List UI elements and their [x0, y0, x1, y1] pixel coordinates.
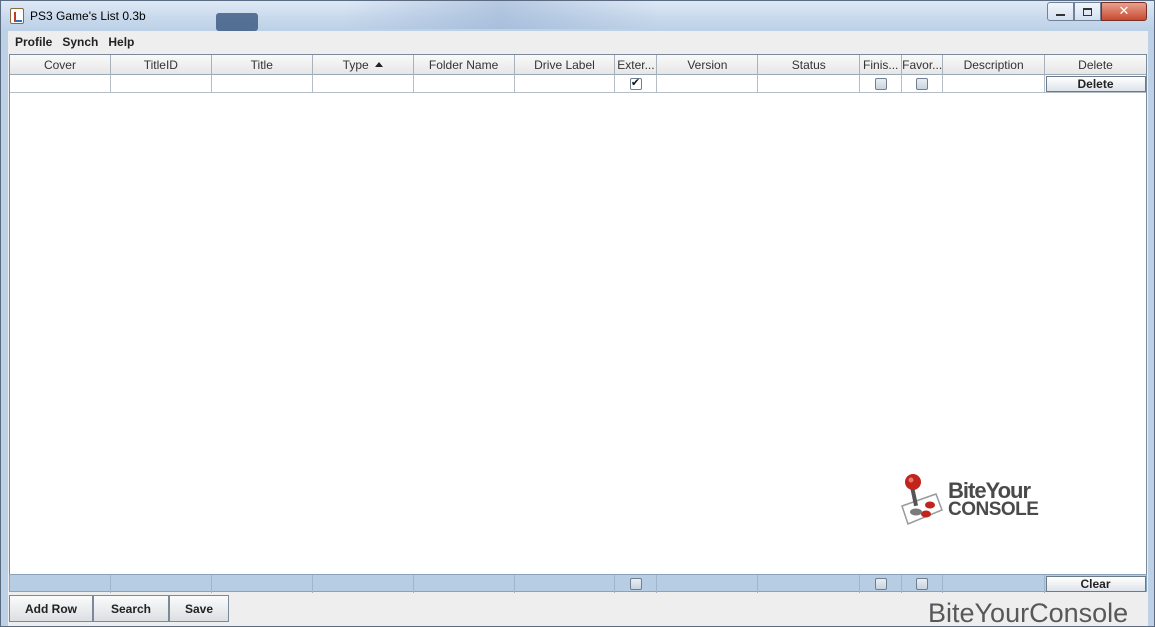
close-button[interactable]: ✕ — [1101, 2, 1147, 21]
cell-titleid[interactable] — [111, 75, 212, 93]
filter-clear-cell: Clear — [1045, 575, 1146, 593]
column-header-status[interactable]: Status — [758, 55, 861, 75]
app-window: PS3 Game's List 0.3b ✕ Profile Synch Hel… — [0, 0, 1155, 627]
filter-titleid[interactable] — [111, 575, 212, 593]
watermark-text: BiteYourConsole — [928, 598, 1129, 627]
table-row: Delete — [10, 75, 1146, 93]
cell-delete: Delete — [1045, 75, 1146, 93]
filter-description[interactable] — [943, 575, 1046, 593]
sort-ascending-icon — [374, 62, 383, 67]
close-icon: ✕ — [1118, 4, 1130, 19]
window-title: PS3 Game's List 0.3b — [30, 9, 146, 23]
minimize-button[interactable] — [1047, 2, 1074, 21]
column-header-external[interactable]: Exter... — [615, 55, 658, 75]
external-checkbox[interactable] — [629, 76, 642, 90]
delete-row-button[interactable]: Delete — [1045, 76, 1146, 92]
menu-bar: Profile Synch Help — [8, 31, 1148, 53]
filter-external-checkbox[interactable] — [629, 578, 642, 590]
filter-finished — [860, 575, 903, 593]
favorite-checkbox[interactable] — [916, 78, 929, 90]
save-button[interactable]: Save — [169, 595, 229, 622]
logo-text-line2: CONSOLE — [948, 499, 1039, 520]
cell-external — [615, 75, 658, 93]
add-row-button[interactable]: Add Row — [9, 595, 93, 622]
menu-help[interactable]: Help — [104, 35, 138, 49]
search-button[interactable]: Search — [93, 595, 169, 622]
title-bar[interactable]: PS3 Game's List 0.3b ✕ — [1, 1, 1154, 31]
menu-synch[interactable]: Synch — [58, 35, 102, 49]
cell-cover[interactable] — [10, 75, 111, 93]
window-controls: ✕ — [1047, 2, 1147, 21]
table-header: Cover TitleID Title Type Folder Name Dri… — [10, 55, 1146, 75]
filter-cover[interactable] — [10, 575, 111, 593]
cell-type[interactable] — [313, 75, 414, 93]
column-header-cover[interactable]: Cover — [10, 55, 111, 75]
filter-type[interactable] — [313, 575, 414, 593]
menu-profile[interactable]: Profile — [11, 35, 56, 49]
filter-drive-label[interactable] — [515, 575, 616, 593]
column-header-type-label: Type — [342, 58, 369, 72]
column-header-type[interactable]: Type — [313, 55, 414, 75]
java-app-icon[interactable] — [10, 8, 24, 24]
cell-favorite — [902, 75, 944, 93]
column-header-folder-name[interactable]: Folder Name — [414, 55, 515, 75]
column-header-delete[interactable]: Delete — [1045, 55, 1146, 75]
minimize-icon — [1056, 13, 1065, 16]
filter-title[interactable] — [212, 575, 313, 593]
filter-favorite — [902, 575, 944, 593]
games-table: Cover TitleID Title Type Folder Name Dri… — [9, 54, 1147, 592]
maximize-button[interactable] — [1074, 2, 1101, 21]
cell-title[interactable] — [212, 75, 313, 93]
filter-finished-checkbox[interactable] — [874, 578, 887, 590]
column-header-drive-label[interactable]: Drive Label — [515, 55, 616, 75]
client-area: Profile Synch Help Cover TitleID Title T… — [8, 31, 1148, 626]
column-header-finished[interactable]: Finis... — [860, 55, 903, 75]
cell-status[interactable] — [758, 75, 861, 93]
column-header-favorite[interactable]: Favor... — [902, 55, 944, 75]
cell-finished — [860, 75, 903, 93]
column-header-version[interactable]: Version — [657, 55, 759, 75]
desktop-background-glow — [341, 1, 661, 29]
cell-folder-name[interactable] — [414, 75, 515, 93]
filter-folder-name[interactable] — [414, 575, 515, 593]
filter-version[interactable] — [657, 575, 759, 593]
filter-favorite-checkbox[interactable] — [916, 578, 929, 590]
cell-description[interactable] — [943, 75, 1046, 93]
maximize-icon — [1083, 7, 1092, 16]
filter-status[interactable] — [758, 575, 861, 593]
desktop-background-shape — [216, 13, 258, 31]
biteyourconsole-logo: BiteYour CONSOLE — [896, 472, 1056, 528]
column-header-titleid[interactable]: TitleID — [111, 55, 212, 75]
joystick-logo-icon — [901, 474, 943, 525]
cell-drive-label[interactable] — [515, 75, 616, 93]
finished-checkbox[interactable] — [874, 78, 887, 90]
column-header-title[interactable]: Title — [212, 55, 313, 75]
filter-row: Clear — [9, 574, 1147, 593]
clear-filter-button[interactable]: Clear — [1045, 576, 1146, 592]
filter-external — [615, 575, 658, 593]
cell-version[interactable] — [657, 75, 759, 93]
column-header-description[interactable]: Description — [943, 55, 1046, 75]
